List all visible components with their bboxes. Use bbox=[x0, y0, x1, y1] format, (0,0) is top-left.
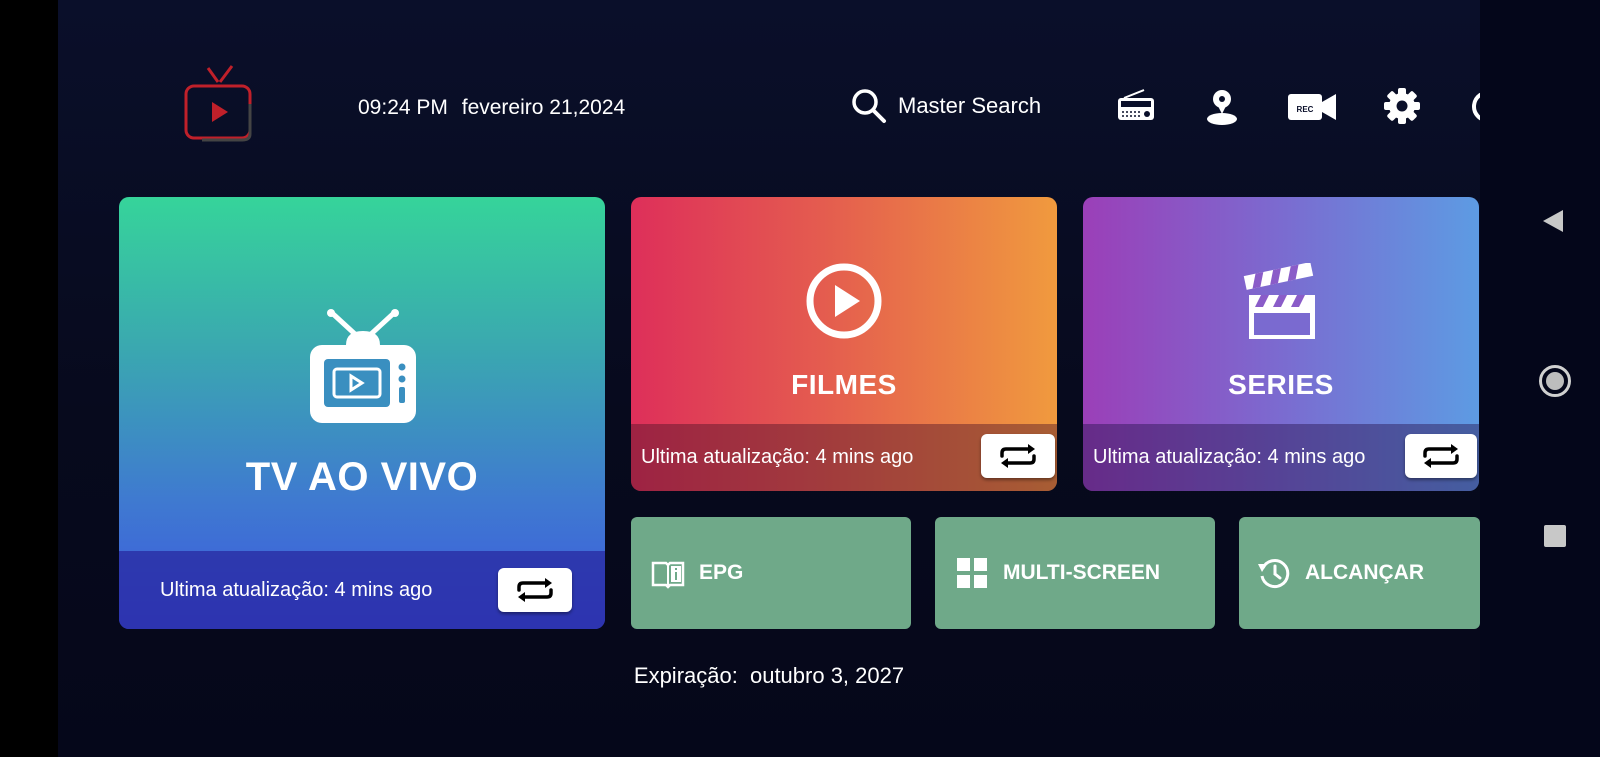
catchup-label: ALCANÇAR bbox=[1305, 561, 1424, 584]
settings-button[interactable] bbox=[1380, 84, 1424, 128]
epg-label: EPG bbox=[699, 561, 744, 584]
live-tv-updated-text: Ultima atualização: 4 mins ago bbox=[160, 578, 433, 601]
live-tv-refresh-button[interactable] bbox=[498, 568, 572, 612]
catchup-tile[interactable]: ALCANÇAR bbox=[1239, 517, 1480, 629]
app-logo bbox=[182, 64, 256, 148]
search-label: Master Search bbox=[898, 93, 1042, 118]
search-icon bbox=[852, 89, 886, 123]
refresh-icon bbox=[1423, 444, 1459, 468]
current-time: 09:24 PM bbox=[358, 96, 448, 119]
movies-updated-text: Ultima atualização: 4 mins ago bbox=[641, 446, 914, 468]
live-tv-title: TV AO VIVO bbox=[245, 455, 479, 499]
expiry-label: Expiração: bbox=[633, 663, 738, 688]
rec-camera-icon: REC bbox=[1288, 94, 1336, 120]
rec-text: REC bbox=[1297, 105, 1314, 114]
series-updated-text: Ultima atualização: 4 mins ago bbox=[1093, 446, 1366, 468]
power-icon bbox=[1472, 93, 1480, 121]
tv-icon bbox=[310, 309, 416, 423]
radio-button[interactable] bbox=[1114, 84, 1158, 128]
refresh-icon bbox=[1000, 444, 1036, 468]
master-search-button[interactable]: Master Search bbox=[850, 86, 1041, 126]
expiry-date: outubro 3, 2027 bbox=[749, 663, 905, 688]
multiscreen-tile[interactable]: MULTI-SCREEN bbox=[935, 517, 1215, 629]
tv-logo-icon bbox=[184, 65, 252, 142]
date-time: 09:24 PM fevereiro 21,2024 bbox=[358, 96, 625, 120]
expiry-text: Expiração: outubro 3, 2027 bbox=[58, 663, 1480, 689]
movies-title: FILMES bbox=[791, 369, 897, 400]
current-date: fevereiro 21,2024 bbox=[461, 96, 626, 119]
multiscreen-label: MULTI-SCREEN bbox=[1003, 561, 1161, 584]
nav-home-icon[interactable] bbox=[1539, 365, 1571, 397]
series-title: SERIES bbox=[1228, 369, 1334, 400]
book-info-icon bbox=[651, 561, 685, 589]
app-screen: 09:24 PM fevereiro 21,2024 Master Search bbox=[58, 0, 1480, 757]
power-button[interactable] bbox=[1466, 84, 1480, 128]
nav-back-icon[interactable] bbox=[1543, 210, 1563, 232]
grid-icon bbox=[957, 558, 987, 588]
account-button[interactable] bbox=[1200, 84, 1244, 128]
history-icon bbox=[1258, 559, 1290, 589]
refresh-icon bbox=[517, 578, 553, 602]
radio-icon bbox=[1118, 89, 1154, 120]
movies-tile[interactable]: FILMES Ultima atualização: 4 mins ago bbox=[631, 197, 1057, 491]
live-tv-tile[interactable]: TV AO VIVO Ultima atualização: 4 mins ag… bbox=[119, 197, 605, 629]
nav-recents-icon[interactable] bbox=[1544, 525, 1566, 547]
epg-tile[interactable]: EPG bbox=[631, 517, 911, 629]
user-icon bbox=[1207, 90, 1237, 125]
series-tile[interactable]: SERIES Ultima atualização: 4 mins ago bbox=[1083, 197, 1479, 491]
movies-refresh-button[interactable] bbox=[981, 434, 1055, 478]
clapperboard-icon bbox=[1243, 263, 1315, 339]
recordings-button[interactable]: REC bbox=[1286, 84, 1338, 128]
gear-icon bbox=[1384, 88, 1420, 124]
play-circle-icon bbox=[806, 263, 882, 339]
series-refresh-button[interactable] bbox=[1405, 434, 1477, 478]
